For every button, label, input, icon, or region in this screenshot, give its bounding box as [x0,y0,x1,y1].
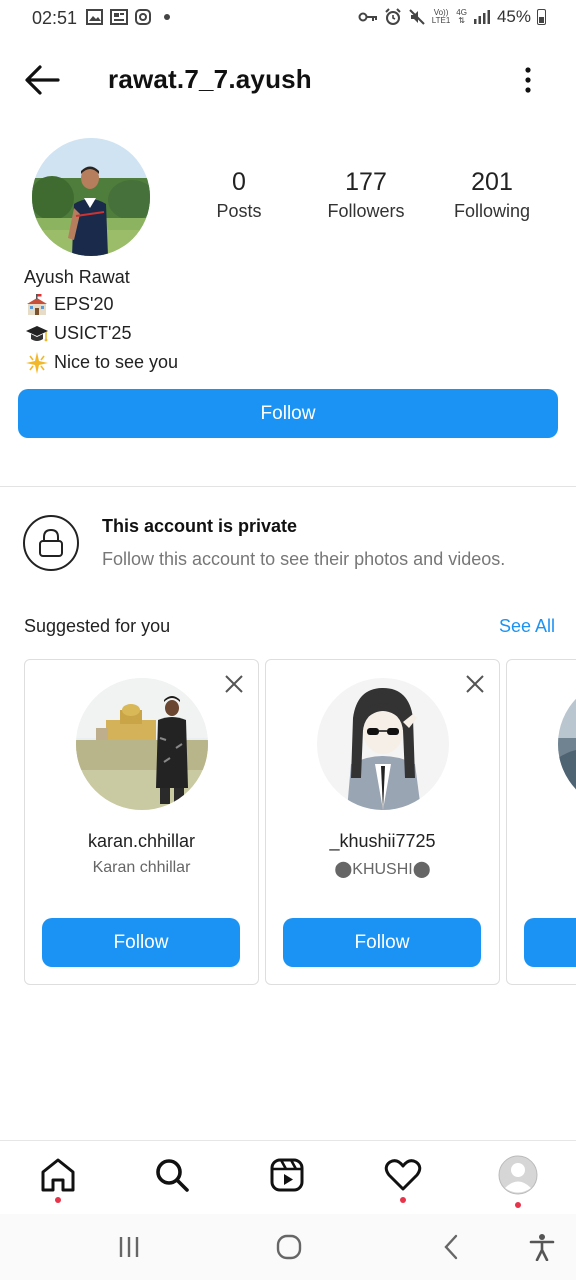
signal-icon [473,10,490,24]
suggestion-follow-button[interactable] [524,918,576,967]
profile-notification-dot [515,1202,521,1208]
suggestion-follow-button[interactable]: Follow [283,918,481,967]
suggestion-fullname: ⬤KHUSHI⬤ [334,861,431,878]
posts-stat: 0 Posts [208,168,270,222]
close-icon [225,675,243,693]
accessibility-button[interactable] [527,1232,557,1262]
bio-line: USICT'25 [24,319,178,348]
profile-avatar-icon [498,1155,538,1195]
more-notifications-dot [164,14,170,20]
system-navigation-bar [0,1214,576,1280]
suggestion-fullname: Karan chhillar [92,859,191,876]
following-count: 201 [471,168,513,196]
recents-icon [119,1237,139,1257]
followers-label: Followers [327,201,405,221]
home-system-button[interactable] [274,1232,304,1262]
suggestion-photo [317,678,449,810]
suggestion-photo [558,678,576,810]
profile-photo [32,138,150,256]
nav-profile[interactable] [498,1155,538,1195]
profile-avatar[interactable] [32,138,150,256]
more-vertical-icon [525,67,531,93]
followers-count: 177 [345,168,387,196]
page-title: rawat.7_7.ayush [108,64,312,94]
battery-percent: 45% [496,7,531,26]
news-icon [110,9,128,25]
profile-header: rawat.7_7.ayush [0,50,576,110]
suggestion-username[interactable]: _khushii7725 [266,831,499,852]
followers-stat[interactable]: 177 Followers [322,168,410,222]
nav-search[interactable] [152,1155,192,1195]
posts-label: Posts [216,201,262,221]
bio-text: Nice to see you [54,352,179,372]
dismiss-suggestion-button[interactable] [224,674,244,694]
sparkle-icon [24,350,50,376]
nav-home[interactable] [38,1155,78,1195]
close-icon [466,675,484,693]
bio-line: EPS'20 [24,290,178,319]
suggestion-username[interactable]: sa [507,831,576,852]
bio-text: USICT'25 [54,323,132,343]
section-divider [0,486,576,487]
lock-icon [39,528,63,557]
suggestion-photo [76,678,208,810]
suggested-title: Suggested for you [24,616,171,636]
suggestion-username[interactable]: karan.chhillar [25,831,258,852]
following-label: Following [453,201,531,221]
profile-name: Ayush Rawat [24,267,130,287]
dismiss-suggestion-button[interactable] [465,674,485,694]
alarm-icon [385,8,401,25]
back-chevron-icon [444,1234,458,1260]
heart-icon [384,1159,422,1191]
bottom-navigation [0,1140,576,1214]
status-bar: 02:51 Vo)) LTE1 4G ⇅ 45% [0,0,576,36]
suggestion-follow-button[interactable]: Follow [42,918,240,967]
private-account-title: This account is private [102,516,298,536]
following-stat[interactable]: 201 Following [448,168,536,222]
suggestion-fullname: 🖤S [507,859,576,879]
home-circle-icon [276,1234,302,1260]
bio-line: Nice to see you [24,348,178,377]
search-icon [156,1159,189,1192]
bio-text: EPS'20 [54,294,114,314]
back-system-button[interactable] [436,1232,466,1262]
suggestion-avatar[interactable] [317,678,449,810]
suggestion-card[interactable]: sa 🖤S [506,659,576,985]
vpn-key-icon [358,12,377,22]
private-lock-badge [23,515,79,571]
volte-indicator: Vo)) LTE1 [431,8,451,25]
posts-count: 0 [232,168,246,196]
more-options-button[interactable] [516,64,540,96]
see-all-link[interactable]: See All [499,616,555,637]
suggestion-card[interactable]: _khushii7725 ⬤KHUSHI⬤ Follow [265,659,500,985]
school-icon [24,292,50,318]
follow-button[interactable]: Follow [18,389,558,438]
reels-icon [270,1158,304,1192]
gallery-icon [86,9,103,25]
nav-activity[interactable] [383,1155,423,1195]
back-button[interactable] [22,62,62,98]
recents-button[interactable] [114,1232,144,1262]
activity-notification-dot [400,1197,406,1203]
network-type-indicator: 4G ⇅ [456,8,467,25]
status-notification-icons [86,9,170,25]
mute-icon [409,9,425,25]
battery-icon [537,9,546,25]
graduation-cap-icon [24,321,50,347]
private-account-subtitle: Follow this account to see their photos … [102,549,506,569]
suggestion-carousel[interactable]: karan.chhillar Karan chhillar Follow _kh… [0,659,576,985]
suggestion-avatar[interactable] [76,678,208,810]
instagram-icon [135,9,151,25]
status-system-icons: Vo)) LTE1 4G ⇅ 45% [358,7,546,27]
status-time: 02:51 [32,8,78,28]
nav-reels[interactable] [267,1155,307,1195]
profile-bio: Ayush Rawat EPS'20 USICT'25 Nice to see … [24,264,178,377]
arrow-left-icon [25,65,60,95]
home-notification-dot [55,1197,61,1203]
home-icon [41,1158,75,1192]
accessibility-icon [529,1234,555,1261]
suggestion-avatar[interactable] [558,678,576,810]
suggestion-card[interactable]: karan.chhillar Karan chhillar Follow [24,659,259,985]
